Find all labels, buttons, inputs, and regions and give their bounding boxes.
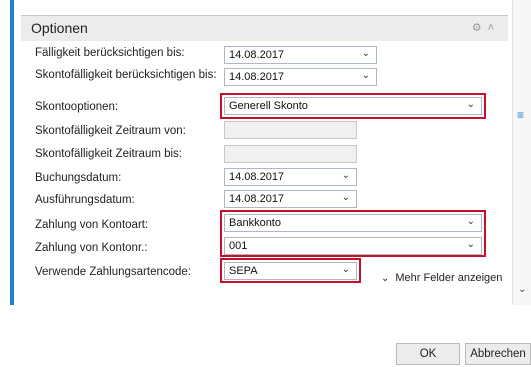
show-more-fields-link[interactable]: ⌄ Mehr Felder anzeigen: [381, 272, 502, 284]
label-execution-date: Ausführungsdatum:: [35, 194, 135, 206]
header-icons: ⚙˄: [472, 21, 500, 34]
label-discount-period-from: Skontofälligkeit Zeitraum von:: [35, 125, 186, 137]
gear-icon[interactable]: ⚙: [472, 22, 488, 34]
label-account-type: Zahlung von Kontoart:: [35, 219, 149, 231]
chevron-down-icon: ⌄: [381, 273, 390, 284]
chevron-down-icon[interactable]: ⌄: [362, 70, 370, 81]
chevron-down-icon[interactable]: ⌄: [342, 170, 350, 181]
label-payment-method-code: Verwende Zahlungsartencode:: [35, 266, 191, 278]
options-panel-header[interactable]: Optionen ⚙˄: [21, 15, 508, 42]
label-discount-options: Skontooptionen:: [35, 101, 119, 113]
options-panel-body: Fälligkeit berücksichtigen bis: 14.08.20…: [21, 41, 508, 301]
panel-title: Optionen: [31, 20, 88, 36]
highlight-box-payment-method: [220, 258, 361, 283]
ok-button[interactable]: OK: [396, 343, 460, 365]
scroll-grip-icon[interactable]: ≡: [517, 108, 524, 122]
show-more-fields-label: Mehr Felder anzeigen: [395, 272, 503, 284]
chevron-down-icon[interactable]: ⌄: [362, 48, 370, 59]
label-due-date: Fälligkeit berücksichtigen bis:: [35, 47, 185, 59]
label-discount-due-date: Skontofälligkeit berücksichtigen bis:: [35, 69, 217, 81]
discount-due-date-value: 14.08.2017: [229, 71, 285, 83]
collapse-icon[interactable]: ˄: [488, 22, 500, 34]
execution-date-field[interactable]: 14.08.2017 ⌄: [224, 190, 357, 208]
highlight-box-discount-options: [220, 93, 486, 119]
label-discount-period-to: Skontofälligkeit Zeitraum bis:: [35, 148, 183, 160]
due-date-field[interactable]: 14.08.2017 ⌄: [224, 46, 377, 64]
label-account-number: Zahlung von Kontonr.:: [35, 242, 148, 254]
discount-period-to-field: [224, 145, 357, 163]
dialog-footer: OK Abbrechen: [0, 305, 531, 367]
highlight-box-account: [220, 210, 486, 257]
posting-date-field[interactable]: 14.08.2017 ⌄: [224, 168, 357, 186]
discount-period-from-field: [224, 121, 357, 139]
vertical-scrollbar[interactable]: ≡ ⌄: [512, 0, 531, 305]
label-posting-date: Buchungsdatum:: [35, 172, 122, 184]
due-date-value: 14.08.2017: [229, 49, 285, 61]
chevron-down-icon[interactable]: ⌄: [342, 192, 350, 203]
discount-due-date-field[interactable]: 14.08.2017 ⌄: [224, 68, 377, 86]
execution-date-value: 14.08.2017: [229, 193, 285, 205]
posting-date-value: 14.08.2017: [229, 171, 285, 183]
scroll-down-icon[interactable]: ⌄: [518, 284, 526, 295]
cancel-button[interactable]: Abbrechen: [465, 343, 531, 365]
